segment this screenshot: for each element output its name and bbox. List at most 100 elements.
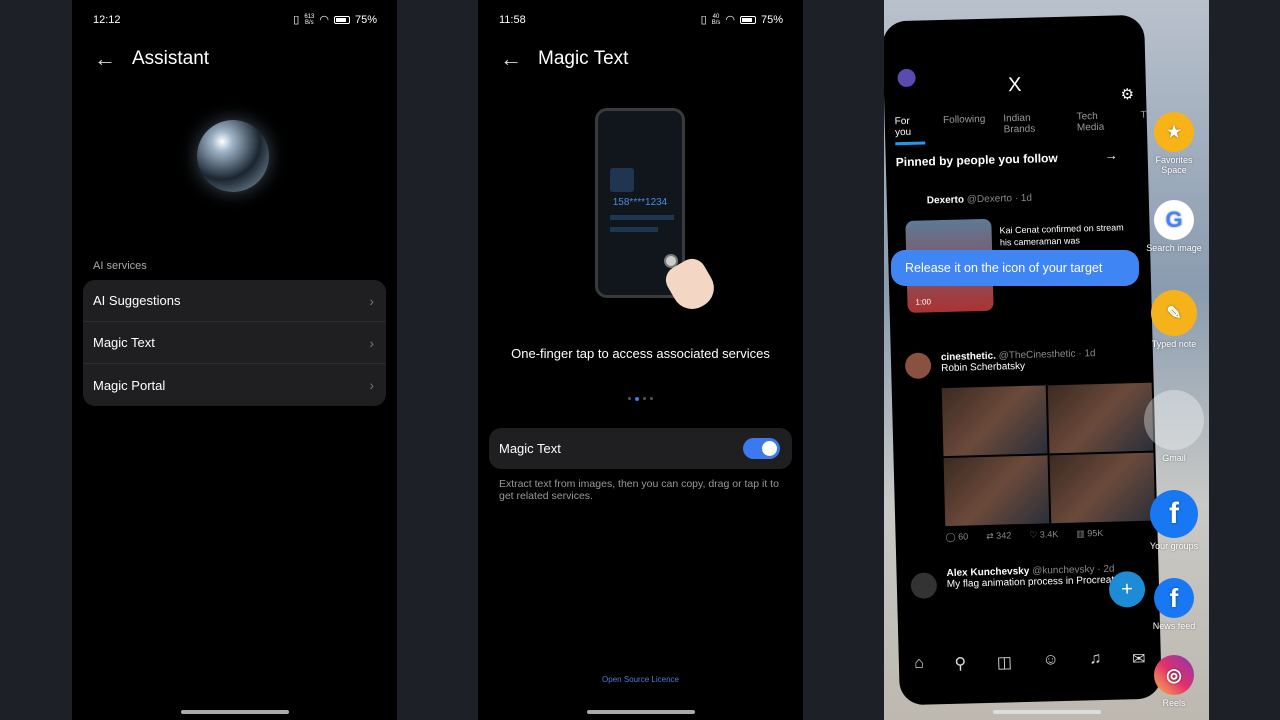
shortcut-label: Gmail [1162, 453, 1186, 463]
bell-icon[interactable]: ♫ [1089, 650, 1102, 670]
clock: 12:12 [93, 13, 121, 26]
back-arrow-icon[interactable]: ← [94, 46, 116, 72]
home-indicator[interactable] [992, 710, 1101, 714]
tab-tech-media[interactable]: Tech Media [1077, 110, 1124, 140]
instagram-icon: ◎ [1154, 655, 1194, 695]
shortcut-label: News feed [1152, 621, 1196, 631]
tweet-cinesthetic[interactable]: cinesthetic. @TheCinesthetic · 1d Robin S… [941, 348, 1096, 374]
dragged-image-thumbnail [1144, 390, 1204, 450]
ai-services-list: AI Suggestions › Magic Text › Magic Portal… [83, 280, 386, 406]
magic-text-toggle[interactable] [743, 438, 780, 459]
view-count: 95K [1087, 527, 1104, 539]
chevron-right-icon: › [369, 377, 374, 393]
like-button[interactable]: ♡ 3.4K [1029, 529, 1058, 541]
open-source-licence-link[interactable]: Open Source Licence [478, 675, 803, 684]
tweet-actions: ◯ 60 ⇄ 342 ♡ 3.4K ▥ 95K [945, 528, 1103, 543]
net-speed: 613 B/s [304, 14, 314, 26]
toggle-label: Magic Text [499, 441, 561, 456]
pinned-heading: Pinned by people you follow [895, 150, 1058, 170]
avatar[interactable] [904, 352, 932, 380]
tweet-text: Kai Cenat confirmed on stream his camera… [999, 222, 1124, 248]
pencil-note-icon: ✎ [1151, 290, 1197, 336]
tap-illustration: 158****1234 [595, 108, 722, 317]
chevron-right-icon: › [369, 292, 374, 309]
wifi-icon: ◠ [725, 14, 735, 26]
shortcut-reels[interactable]: ◎ Reels [1143, 655, 1205, 708]
x-logo: X [1007, 73, 1022, 97]
reply-count: 60 [958, 531, 969, 542]
tweet-image[interactable] [941, 385, 1048, 457]
reply-button[interactable]: ◯ 60 [945, 531, 968, 543]
page-indicator [478, 397, 803, 401]
home-indicator[interactable] [180, 710, 289, 714]
feed-tabs: For you Following Indian Brands Tech Media T [894, 110, 1148, 146]
tweet-image[interactable] [1049, 452, 1156, 524]
x-app-window[interactable]: X ⚙ For you Following Indian Brands Tech Me… [884, 14, 1162, 706]
like-count: 3.4K [1039, 529, 1059, 540]
shortcut-your-groups[interactable]: f Your groups [1143, 490, 1205, 551]
battery-icon [739, 15, 756, 24]
views-button[interactable]: ▥ 95K [1076, 528, 1103, 540]
tab-for-you[interactable]: For you [894, 115, 926, 146]
placeholder-line [610, 227, 658, 232]
tweet-image[interactable] [1047, 382, 1154, 454]
drag-share-screen: X ⚙ For you Following Indian Brands Tech Me… [884, 0, 1209, 720]
compose-fab-plus-icon[interactable]: + [1108, 570, 1146, 608]
home-indicator[interactable] [586, 710, 695, 714]
tweet-image-grid[interactable] [941, 382, 1156, 527]
home-icon[interactable]: ⌂ [914, 655, 924, 675]
list-item-ai-suggestions[interactable]: AI Suggestions › [83, 280, 386, 322]
back-arrow-icon[interactable]: ← [500, 46, 522, 72]
grok-icon[interactable]: ◫ [997, 652, 1013, 672]
communities-icon[interactable]: ☺ [1042, 651, 1059, 671]
arrow-right-icon[interactable]: → [1104, 147, 1117, 162]
battery-icon [333, 15, 350, 24]
tweet-author: Dexerto [926, 194, 965, 207]
video-duration: 1:00 [915, 297, 932, 307]
tab-indian-brands[interactable]: Indian Brands [1003, 112, 1059, 142]
gear-icon[interactable]: ⚙ [1120, 85, 1134, 103]
facebook-icon: f [1154, 578, 1194, 618]
shortcut-typed-note[interactable]: ✎ Typed note [1143, 290, 1205, 349]
assistant-screen: 12:12 ▯ 613 B/s ◠ 75% ← Assistant AI services … [72, 0, 397, 720]
google-icon: G [1154, 200, 1194, 240]
page-title: Assistant [132, 48, 210, 69]
shortcut-label: Search image [1146, 243, 1202, 253]
page-title: Magic Text [538, 48, 629, 69]
shortcut-news-feed[interactable]: f News feed [1143, 578, 1205, 631]
star-folder-icon: ★ [1154, 112, 1194, 152]
status-bar: 11:58 ▯ 40 B/s ◠ 75% [499, 13, 783, 27]
shortcut-label: Reels [1162, 698, 1186, 708]
battery-level: 75% [760, 13, 783, 26]
shortcut-favorites-space[interactable]: ★ Favorites Space [1143, 112, 1205, 175]
tweet-image[interactable] [943, 455, 1050, 527]
vibrate-icon: ▯ [293, 14, 300, 26]
tweet-kunchevsky[interactable]: Alex Kunchevsky @kunchevsky · 2d My flag … [946, 563, 1135, 590]
magic-text-setting: Magic Text [489, 428, 792, 469]
tab-following[interactable]: Following [943, 114, 986, 144]
tweet-handle: @TheCinesthetic · 1d [998, 348, 1096, 362]
item-label: Magic Text [93, 335, 155, 350]
page-dot-active [635, 397, 639, 401]
illustration-number: 158****1234 [612, 197, 668, 208]
search-icon[interactable]: ⚲ [954, 654, 966, 674]
description: Extract text from images, then you can c… [499, 478, 779, 502]
tweet-dexerto[interactable]: Dexerto @Dexerto · 1d [927, 193, 1032, 207]
net-speed: 40 B/s [712, 14, 721, 26]
net-unit: B/s [305, 19, 314, 26]
shortcut-label: Typed note [1151, 339, 1197, 349]
avatar[interactable] [910, 572, 938, 599]
bottom-nav: ⌂ ⚲ ◫ ☺ ♫ ✉ [899, 648, 1161, 675]
repost-button[interactable]: ⇄ 342 [986, 530, 1011, 542]
section-label: AI services [93, 260, 147, 272]
drag-tooltip: Release it on the icon of your target [891, 250, 1139, 286]
shortcut-gmail[interactable]: Gmail [1143, 390, 1205, 463]
magic-text-screen: 11:58 ▯ 40 B/s ◠ 75% ← Magic Text 158****1234 … [478, 0, 803, 720]
vibrate-icon: ▯ [700, 14, 707, 26]
list-item-magic-text[interactable]: Magic Text › [83, 322, 386, 364]
net-unit: B/s [711, 19, 721, 26]
list-item-magic-portal[interactable]: Magic Portal › [83, 364, 386, 406]
shortcut-search-image[interactable]: G Search image [1143, 200, 1205, 253]
shortcut-label: Favorites Space [1155, 155, 1193, 175]
facebook-icon: f [1150, 490, 1198, 538]
